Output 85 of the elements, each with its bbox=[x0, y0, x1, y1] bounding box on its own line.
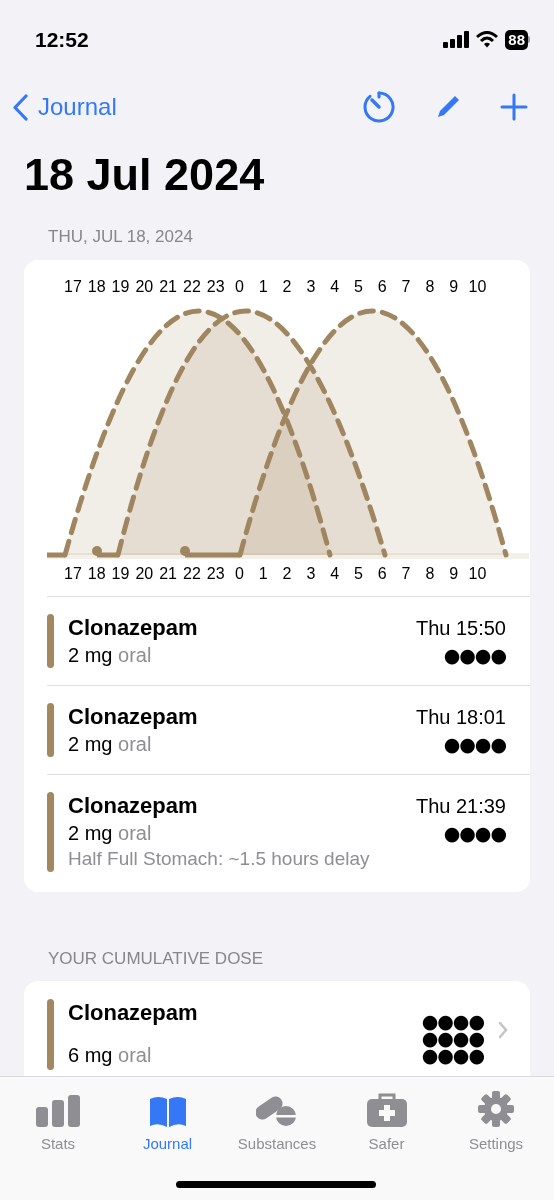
dose-amount: 2 mg bbox=[68, 732, 113, 755]
ingestion-time: Thu 21:39 bbox=[415, 793, 506, 819]
ingestion-row[interactable]: Clonazepam Thu 21:39 2 mg oral ●●●● Half Full Stomach: ~1.5 hours delay bbox=[47, 773, 530, 889]
hour-label: 17 bbox=[63, 563, 83, 584]
ingestion-time: Thu 18:01 bbox=[415, 704, 506, 730]
chevron-right-icon bbox=[498, 1021, 508, 1039]
route-label: oral bbox=[118, 643, 152, 666]
hour-label: 4 bbox=[329, 563, 341, 584]
hour-label: 3 bbox=[305, 563, 317, 584]
route-label: oral bbox=[118, 1044, 152, 1066]
hour-label: 5 bbox=[353, 563, 364, 584]
hour-label: 2 bbox=[281, 563, 293, 584]
ingestion-time: Thu 15:50 bbox=[415, 615, 506, 641]
dose-dots: ●●●● bbox=[421, 1013, 484, 1030]
dose-dots: ●●●● bbox=[443, 733, 506, 754]
hour-label: 20 bbox=[134, 563, 155, 584]
dose-amount: 2 mg bbox=[68, 643, 113, 666]
hour-label: 20 bbox=[134, 276, 155, 297]
timer-icon bbox=[362, 90, 396, 124]
hour-label: 0 bbox=[234, 563, 245, 584]
dose-dots: ●●●● bbox=[421, 1030, 484, 1047]
tab-item[interactable]: Safer bbox=[336, 1091, 437, 1156]
hour-label: 18 bbox=[86, 563, 107, 584]
hour-label: 21 bbox=[158, 276, 178, 297]
hour-label: 6 bbox=[376, 563, 388, 584]
battery-icon: 88 bbox=[505, 29, 528, 50]
hour-label: 22 bbox=[182, 563, 202, 584]
hour-label: 10 bbox=[467, 563, 488, 584]
dose-dots: ●●●● bbox=[443, 644, 506, 665]
add-button[interactable] bbox=[500, 93, 528, 121]
dose-dots: ●●●● bbox=[421, 1047, 484, 1064]
ingestion-note: Half Full Stomach: ~1.5 hours delay bbox=[68, 846, 371, 871]
ingestion-row[interactable]: Clonazepam Thu 18:01 2 mg oral ●●●● bbox=[47, 684, 530, 774]
route-label: oral bbox=[118, 732, 152, 755]
substance-name: Clonazepam bbox=[68, 702, 198, 731]
section-header: YOUR CUMULATIVE DOSE bbox=[47, 947, 265, 970]
hour-label: 7 bbox=[400, 276, 412, 297]
hour-label: 9 bbox=[448, 563, 460, 584]
hour-label: 9 bbox=[448, 276, 460, 297]
page-title: 18 Jul 2024 bbox=[23, 148, 266, 202]
hour-label: 5 bbox=[353, 276, 364, 297]
hour-label: 19 bbox=[110, 276, 131, 297]
hour-label: 23 bbox=[205, 276, 226, 297]
hour-label: 8 bbox=[424, 276, 436, 297]
section-header: THU, JUL 18, 2024 bbox=[47, 226, 194, 248]
pills-icon bbox=[256, 1093, 298, 1127]
back-button[interactable]: Journal bbox=[12, 89, 117, 125]
signal-icon bbox=[443, 31, 470, 48]
book-icon bbox=[147, 1095, 188, 1127]
cumulative-row[interactable]: Clonazepam 6 mg oral ●●●● ●●●● ●●●● bbox=[47, 981, 530, 1076]
tab-item[interactable]: Substances bbox=[227, 1091, 327, 1156]
hour-label: 17 bbox=[63, 276, 83, 297]
hour-label: 23 bbox=[205, 563, 226, 584]
hour-label: 0 bbox=[234, 276, 245, 297]
dose-amount: 6 mg bbox=[68, 1044, 113, 1066]
status-time: 12:52 bbox=[35, 26, 89, 53]
tab-item[interactable]: Stats bbox=[8, 1091, 108, 1156]
hour-label: 18 bbox=[86, 276, 107, 297]
hour-label: 6 bbox=[376, 276, 388, 297]
hour-label: 1 bbox=[257, 563, 269, 584]
dose-amount: 2 mg bbox=[68, 821, 113, 844]
hour-label: 2 bbox=[281, 276, 293, 297]
hour-label: 1 bbox=[257, 276, 269, 297]
substance-name: Clonazepam bbox=[68, 999, 199, 1027]
timer-button[interactable] bbox=[362, 90, 396, 124]
hour-label: 4 bbox=[329, 276, 341, 297]
hour-label: 21 bbox=[158, 563, 178, 584]
plus-icon bbox=[500, 93, 528, 121]
wifi-icon bbox=[476, 31, 499, 48]
hour-label: 19 bbox=[110, 563, 131, 584]
tab-item[interactable]: Settings bbox=[446, 1091, 546, 1156]
chevron-left-icon bbox=[12, 93, 28, 121]
bar-chart-icon bbox=[36, 1095, 80, 1127]
hour-label: 8 bbox=[424, 563, 436, 584]
route-label: oral bbox=[118, 821, 152, 844]
substance-name: Clonazepam bbox=[68, 613, 198, 642]
tab-item[interactable]: Journal bbox=[117, 1091, 218, 1156]
ingestion-row[interactable]: Clonazepam Thu 15:50 2 mg oral ●●●● bbox=[47, 595, 530, 685]
substance-name: Clonazepam bbox=[68, 791, 198, 820]
dose-dots: ●●●● bbox=[443, 822, 506, 843]
hour-label: 10 bbox=[467, 276, 488, 297]
medical-kit-icon bbox=[366, 1093, 407, 1127]
hour-label: 3 bbox=[305, 276, 317, 297]
hour-label: 7 bbox=[400, 563, 412, 584]
hour-label: 22 bbox=[182, 276, 202, 297]
